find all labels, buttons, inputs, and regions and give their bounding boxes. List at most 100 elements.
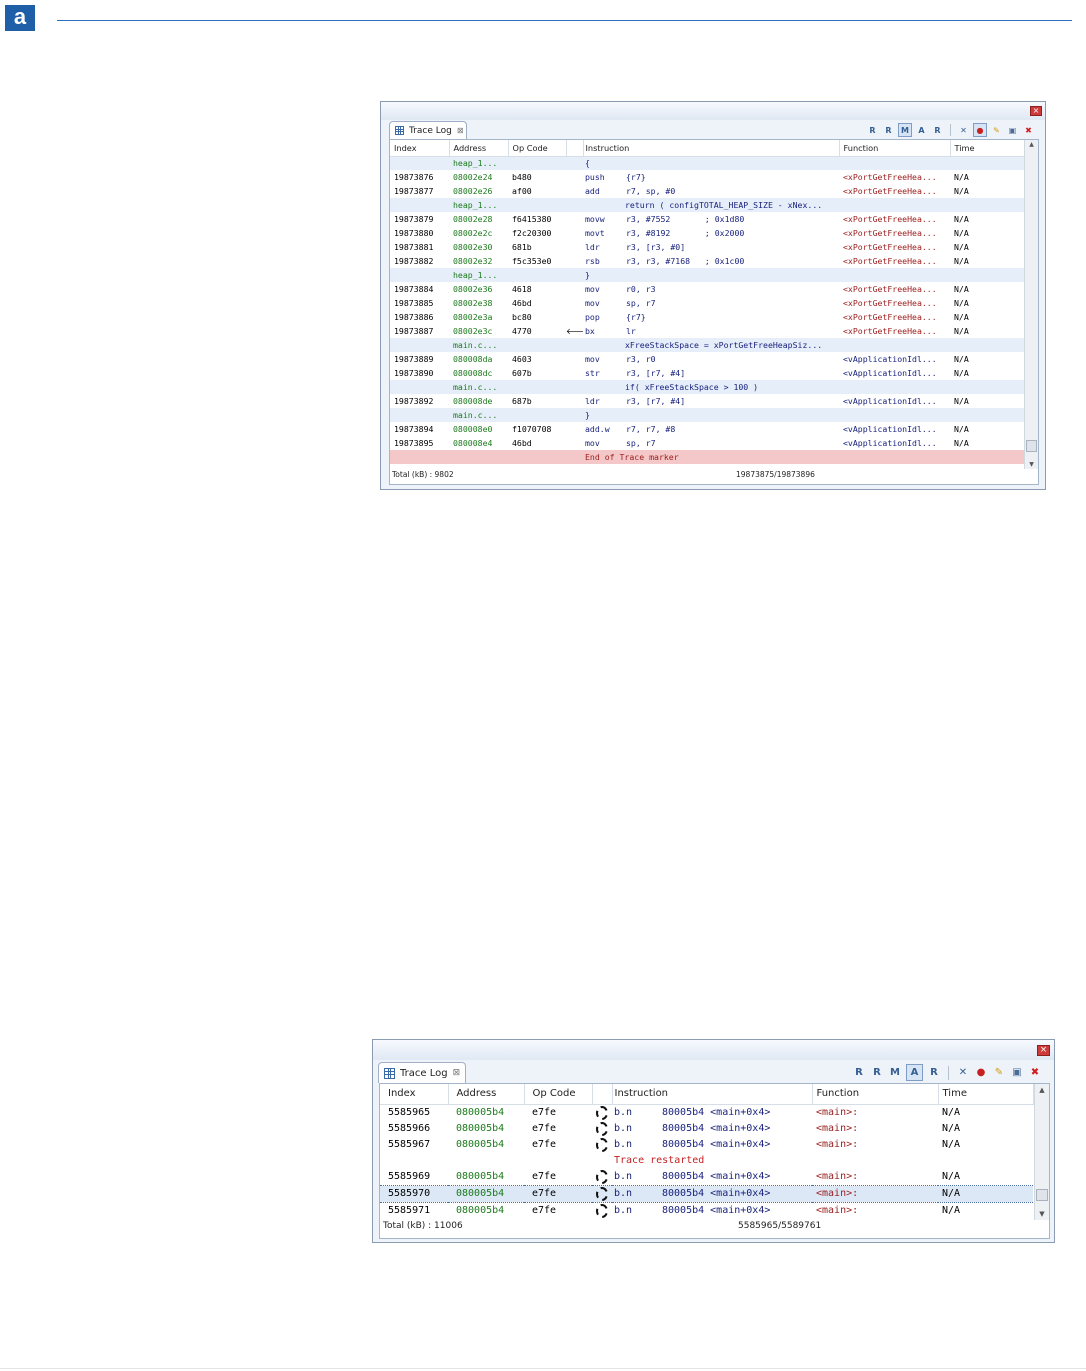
save-icon[interactable]: ▣ — [1010, 1066, 1024, 1080]
cell-marker — [592, 1121, 612, 1137]
scrollbar-thumb[interactable] — [1036, 1189, 1048, 1201]
delete-icon[interactable]: ✖ — [1028, 1066, 1042, 1080]
operands: r3, [r7, #4] — [626, 368, 686, 378]
column-header-index[interactable]: Index — [390, 140, 450, 157]
table-row[interactable]: 19873886 08002e3a bc80 pop {r7} <xPortGetFree… — [390, 310, 1024, 324]
column-header-marker[interactable] — [592, 1084, 613, 1105]
reset-icon[interactable]: R — [927, 1066, 941, 1080]
table-row[interactable]: 19873895 080008e4 46bd mov sp, r7 <vApplicati… — [390, 436, 1024, 450]
mark-icon[interactable]: M — [898, 123, 912, 137]
table-row[interactable]: 19873892 080008de 687b ldr r3, [r7, #4] <vApp… — [390, 394, 1024, 408]
tab-close-icon[interactable]: ⊠ — [457, 126, 464, 135]
cell-address: main.c... — [449, 408, 508, 422]
settings-icon[interactable]: ✕ — [956, 1066, 970, 1080]
window-close-icon[interactable]: × — [1030, 106, 1042, 116]
scroll-up-icon[interactable]: ▲ — [1025, 141, 1038, 148]
cell-index: 19873885 — [394, 298, 434, 308]
table-row[interactable]: 19873881 08002e30 681b ldr r3, [r3, #0] <xPor… — [390, 240, 1024, 254]
scrollbar-thumb[interactable] — [1026, 440, 1037, 452]
table-row[interactable]: 5585966 080005b4 e7fe b.n 80005b4 <main+0x4>… — [380, 1121, 1033, 1137]
table-row[interactable]: 5585967 080005b4 e7fe b.n 80005b4 <main+0x4>… — [380, 1137, 1033, 1153]
table-row[interactable]: 5585965 080005b4 e7fe b.n 80005b4 <main+0x4>… — [380, 1104, 1033, 1121]
table-row[interactable]: 19873880 08002e2c f2c20300 movt r3, #8192 ; … — [390, 226, 1024, 240]
source-line-row[interactable]: main.c...} — [390, 408, 1024, 422]
zoom-prev-icon[interactable]: R — [866, 124, 879, 137]
column-header-time[interactable]: Time — [938, 1084, 1034, 1105]
operands: lr — [626, 326, 636, 336]
save-icon[interactable]: ▣ — [1006, 124, 1019, 137]
column-header-opcode[interactable]: Op Code — [524, 1084, 593, 1105]
cell-function: <main>: — [816, 1205, 859, 1216]
end-of-trace-row[interactable]: End of Trace marker — [390, 450, 1024, 464]
column-header-opcode[interactable]: Op Code — [508, 140, 567, 157]
table-row[interactable]: 19873884 08002e36 4618 mov r0, r3 <xPortGetFr… — [390, 282, 1024, 296]
delete-icon[interactable]: ✖ — [1022, 124, 1035, 137]
mark-icon[interactable]: M — [888, 1066, 902, 1080]
table-row[interactable]: 19873894 080008e0 f1070708 add.w r7, r7, #8 <… — [390, 422, 1024, 436]
cell-time: N/A — [942, 1171, 961, 1182]
settings-icon[interactable]: ✕ — [957, 124, 970, 137]
table-row[interactable]: 5585971 080005b4 e7fe b.n 80005b4 <main+0x4>… — [380, 1202, 1033, 1219]
table-row[interactable]: 5585970 080005b4 e7fe b.n 80005b4 <main+0x4>… — [380, 1184, 1033, 1203]
mnemonic: rsb — [585, 256, 600, 266]
table-row[interactable]: 19873876 08002e24 b480 push {r7} <xPortGetFre… — [390, 170, 1024, 184]
zoom-prev-icon[interactable]: R — [852, 1066, 866, 1080]
column-header-instruction[interactable]: Instruction — [583, 140, 840, 157]
cell-function: <xPortGetFreeHea... — [843, 326, 937, 336]
table-icon — [384, 1067, 395, 1079]
vertical-scrollbar[interactable]: ▲ ▼ — [1034, 1084, 1049, 1220]
tab-trace-log[interactable]: Trace Log ⊠ — [389, 121, 467, 139]
source-line-row[interactable]: heap_1...} — [390, 268, 1024, 282]
pin-icon[interactable]: ✎ — [990, 124, 1003, 137]
tab-trace-log[interactable]: Trace Log ⊠ — [378, 1062, 466, 1083]
column-header-address[interactable]: Address — [449, 140, 509, 157]
column-header-function[interactable]: Function — [839, 140, 951, 157]
trace-restarted-row[interactable]: Trace restarted — [380, 1153, 1033, 1169]
scroll-down-icon[interactable]: ▼ — [1035, 1210, 1049, 1218]
cell-function — [839, 198, 950, 212]
cell-index — [380, 1153, 448, 1169]
active-filter-icon[interactable]: A — [906, 1064, 923, 1081]
cell-instruction: mov r0, r3 — [583, 282, 839, 296]
table-row[interactable]: 19873882 08002e32 f5c353e0 rsb r3, r3, #7168… — [390, 254, 1024, 268]
reset-icon[interactable]: R — [931, 124, 944, 137]
source-line-row[interactable]: main.c... xFreeStackSpace = xPortGetFreeH… — [390, 338, 1024, 352]
cell-function: <xPortGetFreeHea... — [843, 298, 937, 308]
operands: sp, r7 — [626, 438, 656, 448]
table-row[interactable]: 19873879 08002e28 f6415380 movw r3, #7552 ; … — [390, 212, 1024, 226]
vertical-scrollbar[interactable]: ▲ ▼ — [1024, 140, 1038, 469]
cell-function: <xPortGetFreeHea... — [843, 186, 937, 196]
table-row[interactable]: 19873887 08002e3c 4770 🡐bx lr <xPortGetFreeHe… — [390, 324, 1024, 338]
zoom-next-icon[interactable]: R — [870, 1066, 884, 1080]
cell-marker: 🡐 — [566, 324, 583, 338]
column-header-index[interactable]: Index — [380, 1084, 449, 1105]
table-row[interactable]: 5585969 080005b4 e7fe b.n 80005b4 <main+0x4>… — [380, 1169, 1033, 1186]
cell-address: 08002e2c — [453, 228, 493, 238]
table-row[interactable]: 19873877 08002e26 af00 add r7, sp, #0 <xPortG… — [390, 184, 1024, 198]
table-row[interactable]: 19873890 080008dc 607b str r3, [r7, #4] <vApp… — [390, 366, 1024, 380]
cell-index: 19873880 — [394, 228, 434, 238]
cell-address: 080005b4 — [448, 1184, 524, 1203]
table-row[interactable]: 19873885 08002e38 46bd mov sp, r7 <xPortGetFr… — [390, 296, 1024, 310]
scroll-up-icon[interactable]: ▲ — [1035, 1086, 1049, 1094]
mnemonic: add.w — [585, 424, 610, 434]
scroll-down-icon[interactable]: ▼ — [1025, 461, 1038, 468]
column-header-time[interactable]: Time — [950, 140, 1025, 157]
source-line-row[interactable]: heap_1... { — [390, 156, 1024, 170]
column-header-function[interactable]: Function — [812, 1084, 939, 1105]
table-row[interactable]: 19873889 080008da 4603 mov r3, r0 <vApplicati… — [390, 352, 1024, 366]
column-header-marker[interactable] — [566, 140, 584, 157]
pin-icon[interactable]: ✎ — [992, 1066, 1006, 1080]
column-header-address[interactable]: Address — [448, 1084, 525, 1105]
source-line-row[interactable]: main.c... if( xFreeStackSpace > 100 ) — [390, 380, 1024, 394]
source-line-row[interactable]: heap_1... return ( configTOTAL_HEAP_SIZE … — [390, 198, 1024, 212]
window-close-icon[interactable]: × — [1037, 1045, 1050, 1056]
zoom-next-icon[interactable]: R — [882, 124, 895, 137]
tab-close-icon[interactable]: ⊠ — [453, 1068, 461, 1078]
column-header-instruction[interactable]: Instruction — [612, 1084, 813, 1105]
cell-opcode: 681b — [512, 242, 532, 252]
record-icon[interactable]: ● — [974, 1066, 988, 1080]
record-icon[interactable]: ● — [973, 123, 987, 137]
active-filter-icon[interactable]: A — [915, 124, 928, 137]
cell-marker — [566, 380, 583, 394]
